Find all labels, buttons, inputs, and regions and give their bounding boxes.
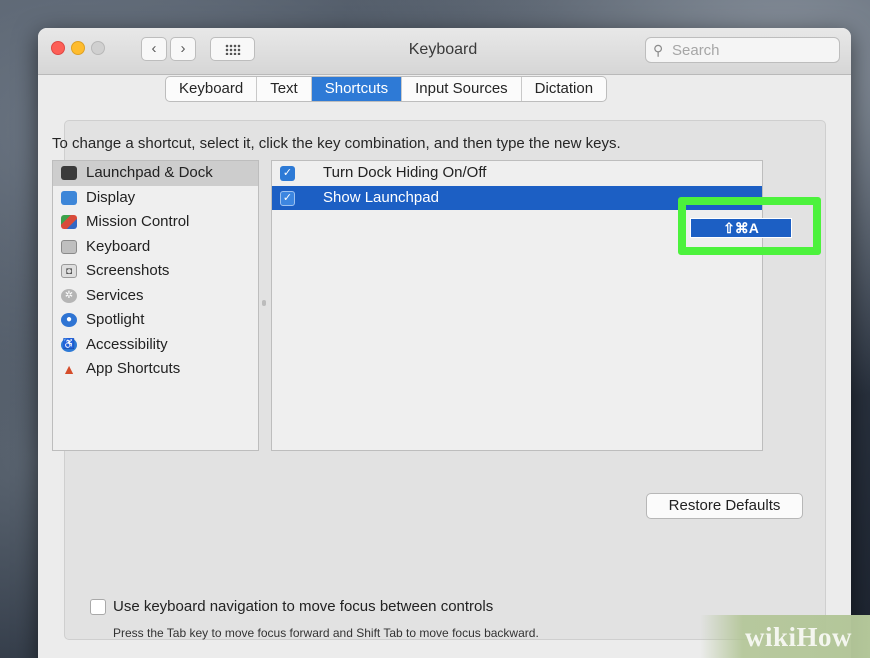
category-label: Screenshots (86, 262, 170, 279)
category-keyboard[interactable]: Keyboard (53, 235, 258, 260)
watermark-logo: wikiHow (745, 622, 853, 652)
accessibility-icon: ♿ (61, 337, 77, 352)
close-window-button[interactable] (51, 41, 65, 55)
restore-defaults-button[interactable]: Restore Defaults (646, 493, 803, 519)
search-field[interactable]: ⚲ Search (645, 37, 840, 63)
shortcut-row[interactable]: ✓ Turn Dock Hiding On/Off (272, 161, 762, 185)
category-label: Keyboard (86, 237, 151, 255)
mission-control-icon (61, 215, 77, 229)
category-label: Spotlight (86, 311, 145, 328)
category-label: Services (86, 286, 144, 304)
category-label: App Shortcuts (86, 360, 181, 377)
grid-icon (225, 44, 241, 55)
category-accessibility[interactable]: ♿ Accessibility (53, 333, 258, 358)
instructions-text: To change a shortcut, select it, click t… (52, 135, 621, 152)
search-placeholder: Search (672, 42, 720, 59)
tab-text[interactable]: Text (257, 77, 312, 101)
category-launchpad-dock[interactable]: Launchpad & Dock (53, 161, 258, 186)
zoom-window-button[interactable] (91, 41, 105, 55)
category-screenshots[interactable]: ◘ Screenshots (53, 259, 258, 284)
category-label: Mission Control (86, 213, 190, 230)
keyboard-icon (61, 239, 77, 254)
checkbox-checked[interactable]: ✓ (280, 191, 295, 206)
display-icon (61, 190, 77, 205)
category-label: Accessibility (86, 335, 168, 353)
shortcut-label: Turn Dock Hiding On/Off (323, 164, 487, 181)
gear-icon: ✲ (61, 288, 77, 303)
category-app-shortcuts[interactable]: ▲ App Shortcuts (53, 357, 258, 382)
keyboard-navigation-hint: Press the Tab key to move focus forward … (113, 626, 539, 640)
title-bar: ‹ › Keyboard ⚲ Search (38, 28, 851, 75)
search-icon: ⚲ (653, 42, 664, 58)
category-display[interactable]: Display (53, 186, 258, 211)
dock-icon (61, 166, 77, 180)
category-label: Launchpad & Dock (86, 164, 213, 181)
window-title: Keyboard (408, 41, 478, 58)
tab-keyboard[interactable]: Keyboard (166, 77, 258, 101)
category-services[interactable]: ✲ Services (53, 284, 258, 309)
app-store-icon: ▲ (62, 361, 76, 377)
tab-shortcuts[interactable]: Shortcuts (311, 77, 403, 101)
category-list: Launchpad & Dock Display Mission Control… (52, 160, 259, 451)
tab-dictation[interactable]: Dictation (522, 77, 606, 101)
minimize-window-button[interactable] (71, 41, 85, 55)
forward-button[interactable]: › (170, 37, 196, 61)
keyboard-navigation-checkbox[interactable] (90, 599, 106, 615)
shortcut-label: Show Launchpad (323, 189, 439, 206)
tab-input-sources[interactable]: Input Sources (402, 77, 522, 101)
category-mission-control[interactable]: Mission Control (53, 210, 258, 235)
screenshot-icon: ◘ (61, 264, 77, 278)
back-button[interactable]: ‹ (141, 37, 167, 61)
spotlight-icon: ● (61, 313, 77, 327)
checkbox-checked[interactable]: ✓ (280, 166, 295, 181)
annotation-highlight-box (678, 197, 821, 255)
show-all-button[interactable] (210, 37, 255, 61)
category-label: Display (86, 188, 136, 206)
tab-bar: Keyboard Text Shortcuts Input Sources Di… (165, 76, 608, 102)
keyboard-navigation-label: Use keyboard navigation to move focus be… (113, 598, 494, 615)
category-spotlight[interactable]: ● Spotlight (53, 308, 258, 333)
split-view-handle[interactable] (262, 300, 266, 306)
